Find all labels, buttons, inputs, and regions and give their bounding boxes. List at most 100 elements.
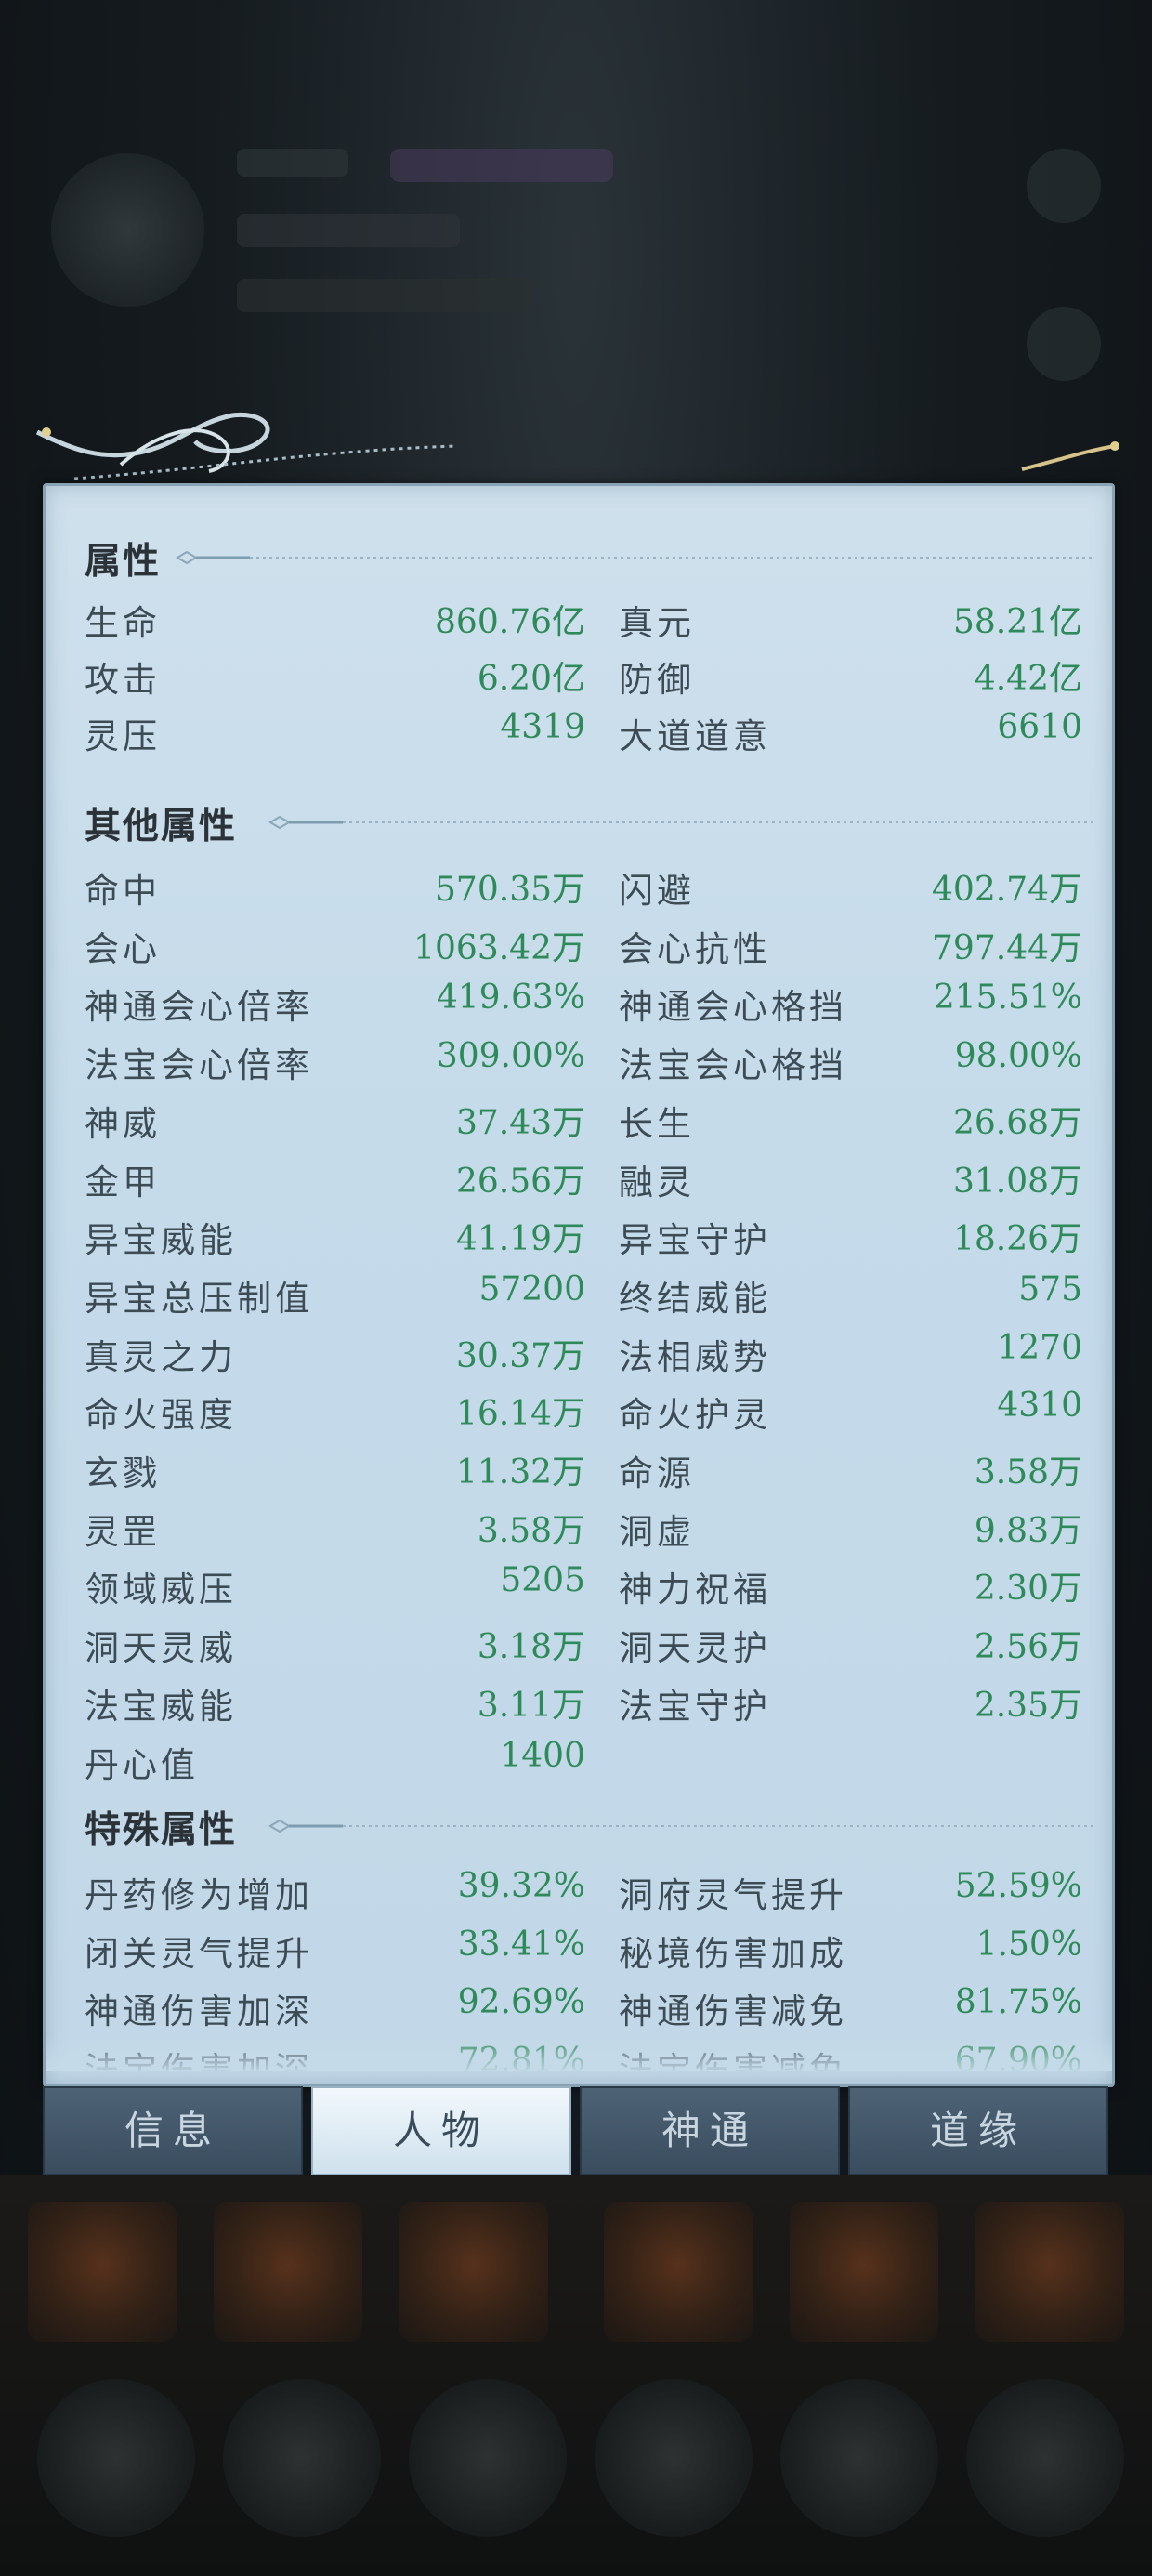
attribute-scroll-area[interactable]: 属性 生命 860.76亿 真元 58.21亿 攻击 6.20亿 防御 4.42… (46, 486, 1112, 2071)
stat-value: 41.19万 (455, 1220, 585, 1259)
stat-value: 4319 (500, 708, 585, 746)
stat-value: 1063.42万 (413, 928, 585, 967)
stat-row: 法宝伤害加深 72.81% 法宝伤害减免 67.90% (46, 2042, 1112, 2071)
stat-label: 闭关灵气提升 (85, 1933, 313, 1974)
stat-value: 26.56万 (455, 1162, 585, 1201)
stat-value: 2.35万 (974, 1686, 1082, 1725)
stat-label: 法宝威能 (85, 1686, 237, 1727)
background-name-plate (237, 149, 348, 177)
panel-ornament (35, 412, 1119, 480)
stat-label: 闪避 (619, 871, 695, 911)
tab-skills[interactable]: 神通 (580, 2086, 840, 2175)
stat-row: 洞天灵威 3.18万 洞天灵护 2.56万 (46, 1620, 1112, 1677)
background-item-slot (399, 2202, 548, 2342)
stat-label: 神力祝福 (619, 1570, 771, 1610)
stat-value: 16.14万 (455, 1395, 585, 1434)
stat-row: 异宝威能 41.19万 异宝守护 18.26万 (46, 1212, 1112, 1269)
stat-value: 3.58万 (974, 1453, 1082, 1492)
stat-label: 命源 (619, 1453, 695, 1493)
tab-fate[interactable]: 道缘 (848, 2086, 1108, 2175)
stat-row: 领域威压 5205 神力祝福 2.30万 (46, 1561, 1112, 1619)
stat-label: 融灵 (619, 1162, 695, 1203)
stat-row: 丹心值 1400 (46, 1737, 1112, 1794)
background-item-slot (28, 2202, 177, 2342)
stat-label: 异宝总压制值 (85, 1278, 313, 1319)
stat-label: 神通会心倍率 (85, 987, 313, 1028)
stat-value: 26.68万 (952, 1103, 1082, 1142)
stat-label: 神通会心格挡 (619, 987, 847, 1028)
stat-label: 长生 (619, 1103, 695, 1144)
stat-label: 洞天灵护 (619, 1628, 771, 1669)
stat-value: 3.11万 (477, 1686, 585, 1725)
stat-label: 法宝伤害减免 (619, 2050, 847, 2071)
section-title-basic: 属性 (85, 540, 162, 583)
stat-label: 洞虚 (619, 1511, 695, 1552)
tab-info[interactable]: 信息 (43, 2086, 303, 2175)
stat-label: 会心抗性 (619, 928, 771, 969)
stat-label: 玄戮 (85, 1453, 161, 1493)
stat-label: 洞天灵威 (85, 1628, 237, 1669)
stat-value: 2.56万 (974, 1628, 1082, 1667)
stat-label: 会心 (85, 928, 161, 969)
background-item-slot (214, 2202, 362, 2342)
stat-row: 丹药修为增加 39.32% 洞府灵气提升 52.59% (46, 1867, 1112, 1925)
stat-value: 797.44万 (932, 928, 1082, 967)
stat-row: 灵罡 3.58万 洞虚 9.83万 (46, 1504, 1112, 1561)
stat-value: 3.18万 (477, 1628, 585, 1667)
stat-value: 1400 (500, 1736, 585, 1775)
stat-label: 法宝会心格挡 (619, 1045, 847, 1086)
stat-label: 灵压 (85, 716, 161, 756)
stat-row: 法宝威能 3.11万 法宝守护 2.35万 (46, 1678, 1112, 1736)
stat-label: 异宝守护 (619, 1220, 771, 1261)
stat-value: 72.81% (457, 2042, 585, 2071)
stat-row: 闭关灵气提升 33.41% 秘境伤害加成 1.50% (46, 1925, 1112, 1983)
stat-value: 98.00% (954, 1037, 1082, 1076)
stat-value: 33.41% (457, 1925, 585, 1964)
section-title-other: 其他属性 (85, 805, 238, 848)
stat-value: 4310 (997, 1387, 1082, 1426)
background-orb (595, 2379, 753, 2537)
background-avatar (51, 153, 204, 307)
stat-label: 命火护灵 (619, 1395, 771, 1436)
stat-label: 真灵之力 (85, 1336, 237, 1377)
section-title-special: 特殊属性 (85, 1808, 238, 1851)
stat-label: 法相威势 (619, 1336, 771, 1377)
stat-value: 402.74万 (932, 871, 1082, 909)
background-title-badge (390, 149, 613, 182)
stat-label: 命中 (85, 871, 161, 911)
stat-value: 1.50% (975, 1925, 1082, 1964)
background-item-slot (975, 2202, 1124, 2342)
stat-value: 57200 (478, 1269, 585, 1308)
stat-label: 异宝威能 (85, 1220, 237, 1261)
stat-label: 大道道意 (619, 716, 771, 756)
stat-value: 1270 (997, 1328, 1082, 1367)
stat-label: 秘境伤害加成 (619, 1933, 847, 1974)
stat-row: 玄戮 11.32万 命源 3.58万 (46, 1445, 1112, 1503)
stat-label: 攻击 (85, 660, 161, 700)
stat-label: 灵罡 (85, 1511, 161, 1552)
stat-label: 神通伤害加深 (85, 1991, 313, 2032)
attribute-panel: 属性 生命 860.76亿 真元 58.21亿 攻击 6.20亿 防御 4.42… (43, 483, 1115, 2087)
stat-value: 419.63% (436, 979, 585, 1018)
background-orb (780, 2379, 938, 2537)
stat-label: 法宝守护 (619, 1686, 771, 1727)
stat-value: 37.43万 (455, 1103, 585, 1142)
background-orb (409, 2379, 567, 2537)
stat-value: 31.08万 (952, 1162, 1082, 1201)
stat-value: 9.83万 (974, 1511, 1082, 1550)
stat-value: 92.69% (457, 1983, 585, 2022)
stat-value: 5205 (500, 1561, 585, 1600)
stat-row: 金甲 26.56万 融灵 31.08万 (46, 1154, 1112, 1212)
background-status-line (237, 279, 534, 312)
stat-row: 攻击 6.20亿 防御 4.42亿 (46, 651, 1112, 709)
stat-row: 命火强度 16.14万 命火护灵 4310 (46, 1387, 1112, 1444)
stat-value: 570.35万 (435, 871, 585, 909)
stat-row: 异宝总压制值 57200 终结威能 575 (46, 1270, 1112, 1328)
stat-label: 领域威压 (85, 1570, 237, 1610)
stat-label: 丹药修为增加 (85, 1875, 313, 1915)
stat-label: 神威 (85, 1103, 161, 1144)
tab-character[interactable]: 人物 (311, 2086, 571, 2175)
stat-value: 39.32% (457, 1867, 585, 1905)
stat-value: 309.00% (436, 1037, 585, 1076)
stat-value: 6610 (997, 708, 1082, 746)
